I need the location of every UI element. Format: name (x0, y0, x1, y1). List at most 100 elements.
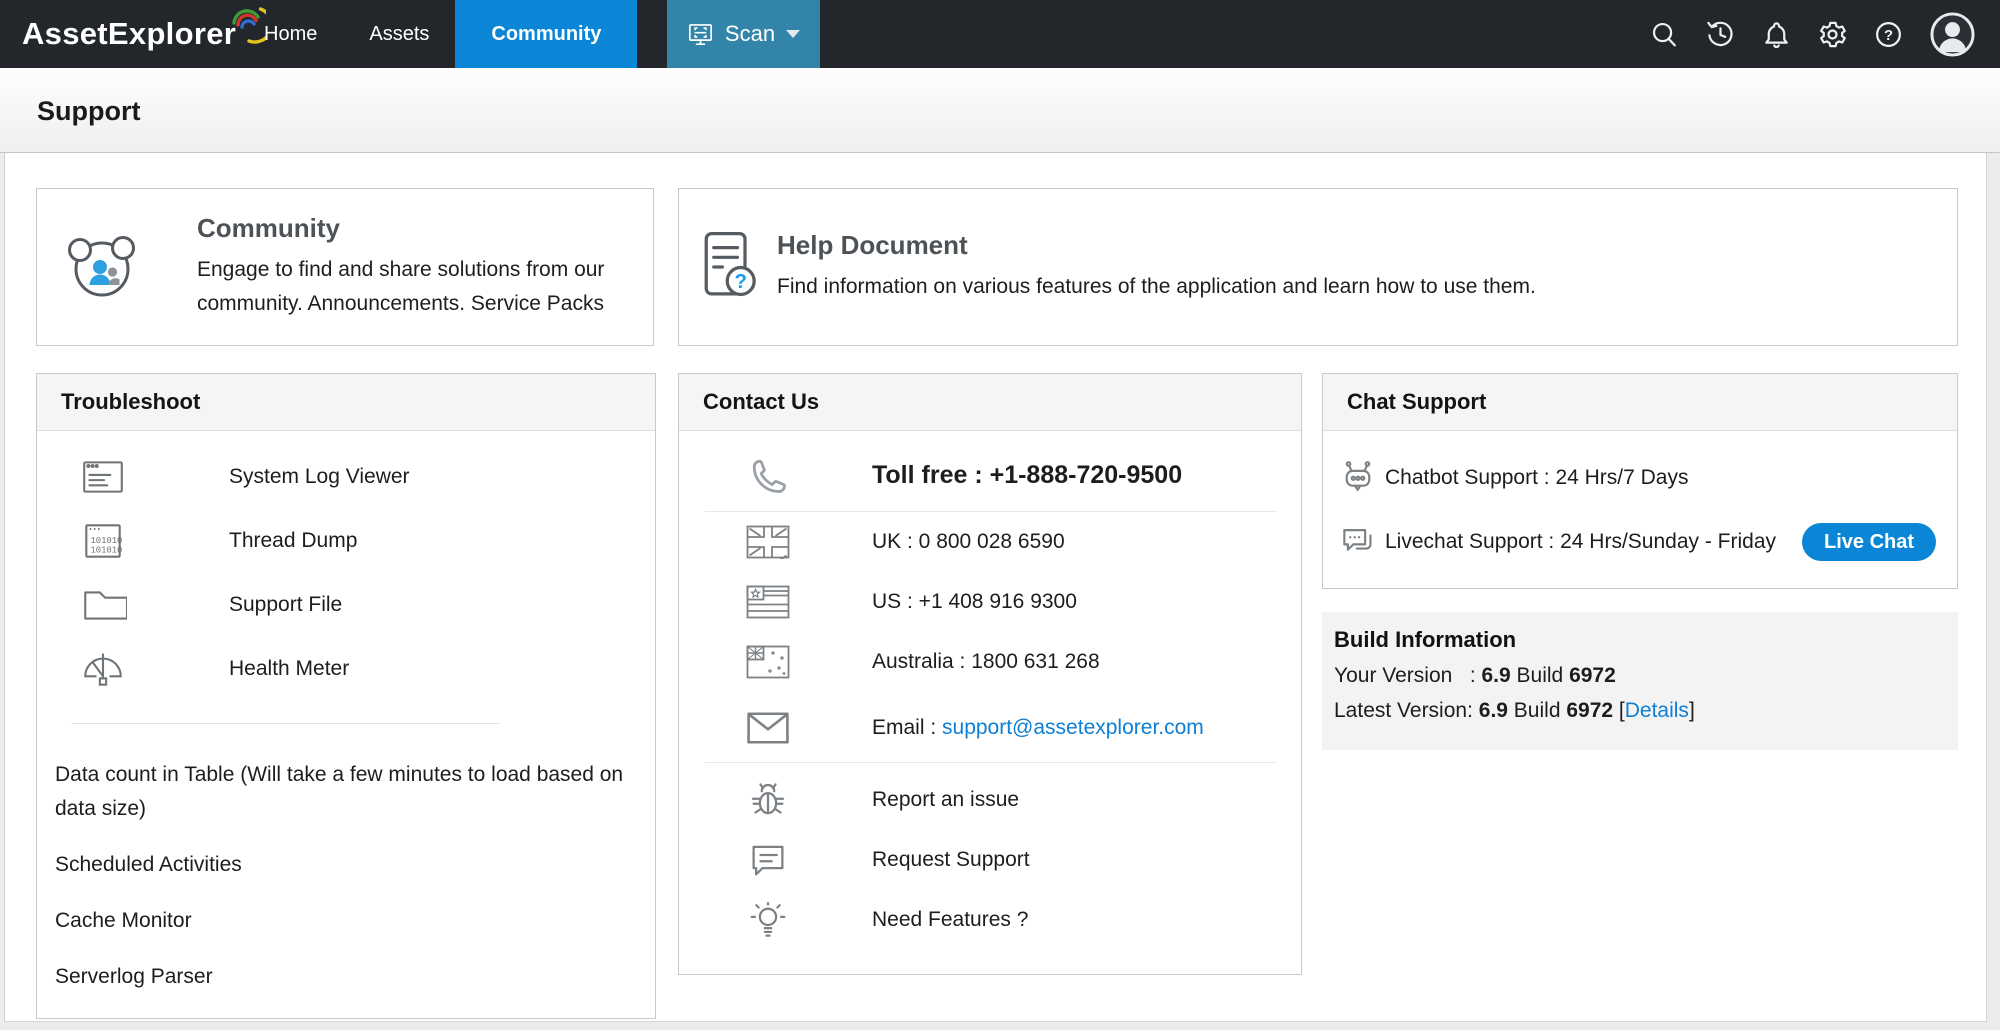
nav-tab-assets[interactable]: Assets (343, 0, 455, 68)
folder-icon (77, 581, 129, 629)
details-bracket-open: [ (1613, 699, 1625, 722)
chat-support-header: Chat Support (1323, 374, 1957, 431)
app-logo-text: AssetExplorer (22, 16, 236, 52)
your-version-line: Your Version : 6.9 Build 6972 (1334, 664, 1958, 688)
user-avatar[interactable] (1929, 11, 1976, 58)
health-meter-label: Health Meter (229, 657, 349, 681)
scan-monitor-icon (687, 21, 714, 48)
svg-text:?: ? (1884, 27, 1893, 43)
thread-dump-icon: 101010 101010 (77, 517, 129, 565)
email-link[interactable]: support@assetexplorer.com (942, 716, 1204, 739)
australia-flag-icon (745, 645, 791, 679)
your-version-label: Your Version : (1334, 664, 1481, 687)
help-card-text: Help Document Find information on variou… (777, 230, 1536, 304)
health-meter-item[interactable]: Health Meter (37, 637, 655, 701)
troubleshoot-header: Troubleshoot (37, 374, 655, 431)
details-bracket-close: ] (1689, 699, 1695, 722)
latest-build-value: 6972 (1566, 699, 1613, 722)
uk-flag-icon (745, 525, 791, 559)
svg-text:101010: 101010 (90, 545, 122, 555)
latest-build-word: Build (1508, 699, 1566, 722)
divider (71, 723, 499, 724)
request-support-item[interactable]: Request Support (679, 830, 1301, 890)
phone-icon (745, 453, 791, 497)
top-navbar: AssetExplorer Home Assets Community Scan (0, 0, 2000, 68)
nav-tab-assets-label: Assets (369, 23, 429, 46)
chatbot-support-label: Chatbot Support : 24 Hrs/7 Days (1385, 466, 1689, 490)
help-icon[interactable]: ? (1873, 19, 1904, 50)
us-phone-number: US : +1 408 916 9300 (872, 590, 1077, 614)
thread-dump-label: Thread Dump (229, 529, 357, 553)
need-features-label: Need Features ? (872, 908, 1028, 932)
app-logo[interactable]: AssetExplorer (22, 0, 266, 68)
need-features-item[interactable]: Need Features ? (679, 890, 1301, 950)
divider (705, 762, 1277, 763)
community-card[interactable]: Community Engage to find and share solut… (36, 188, 654, 346)
scheduled-activities-link[interactable]: Scheduled Activities (55, 848, 655, 882)
svg-text:?: ? (734, 270, 747, 293)
toll-free-row: Toll free : +1-888-720-9500 (679, 439, 1301, 511)
gauge-icon (77, 645, 129, 693)
build-information-section: Build Information Your Version : 6.9 Bui… (1322, 612, 1958, 750)
build-information-title: Build Information (1334, 627, 1958, 653)
help-document-card[interactable]: ? Help Document Find information on vari… (678, 188, 1958, 346)
community-card-description: Engage to find and share solutions from … (197, 253, 667, 321)
live-chat-button[interactable]: Live Chat (1802, 523, 1936, 561)
navbar-icon-group: ? (1649, 0, 1976, 68)
latest-version-line: Latest Version: 6.9 Build 6972 [Details] (1334, 699, 1958, 723)
latest-version-label: Latest Version: (1334, 699, 1479, 722)
main-navigation: Home Assets Community (238, 0, 637, 68)
livechat-support-row: Livechat Support : 24 Hrs/Sunday - Frida… (1323, 510, 1957, 574)
email-label: Email : support@assetexplorer.com (872, 716, 1204, 740)
chatbot-support-row: Chatbot Support : 24 Hrs/7 Days (1323, 446, 1957, 510)
report-issue-label: Report an issue (872, 788, 1019, 812)
scan-label: Scan (725, 21, 775, 47)
data-count-link[interactable]: Data count in Table (Will take a few min… (55, 758, 655, 826)
nav-tab-community[interactable]: Community (455, 0, 637, 68)
scan-dropdown-button[interactable]: Scan (667, 0, 820, 68)
your-build-value: 6972 (1569, 664, 1616, 687)
system-log-viewer-item[interactable]: System Log Viewer (37, 445, 655, 509)
nav-tab-home[interactable]: Home (238, 0, 343, 68)
latest-version-value: 6.9 (1479, 699, 1508, 722)
uk-phone-row: UK : 0 800 028 6590 (679, 512, 1301, 572)
chevron-down-icon (786, 30, 800, 38)
community-card-title: Community (197, 213, 667, 244)
help-document-icon: ? (703, 230, 759, 304)
community-people-icon (64, 231, 140, 303)
contact-us-header: Contact Us (679, 374, 1301, 431)
details-link[interactable]: Details (1625, 699, 1689, 722)
chat-bubble-icon (745, 840, 791, 880)
settings-gear-icon[interactable] (1817, 19, 1848, 50)
thread-dump-item[interactable]: 101010 101010 Thread Dump (37, 509, 655, 573)
troubleshoot-panel: Troubleshoot System Log Viewer 101010 (36, 373, 656, 1019)
request-support-label: Request Support (872, 848, 1030, 872)
email-label-text: Email : (872, 716, 942, 739)
chat-support-body: Chatbot Support : 24 Hrs/7 Days Livechat… (1323, 446, 1957, 574)
search-icon[interactable] (1649, 19, 1680, 50)
serverlog-parser-link[interactable]: Serverlog Parser (55, 960, 655, 994)
chatbot-icon (1339, 459, 1377, 497)
troubleshoot-body: System Log Viewer 101010 101010 Thread D… (37, 431, 655, 994)
your-version-value: 6.9 (1481, 664, 1510, 687)
livechat-support-label: Livechat Support : 24 Hrs/Sunday - Frida… (1385, 530, 1776, 554)
support-file-item[interactable]: Support File (37, 573, 655, 637)
notifications-bell-icon[interactable] (1761, 19, 1792, 50)
nav-tab-community-label: Community (491, 23, 601, 46)
toll-free-number: Toll free : +1-888-720-9500 (872, 461, 1182, 490)
history-icon[interactable] (1705, 19, 1736, 50)
contact-us-body: Toll free : +1-888-720-9500 UK : 0 800 0… (679, 439, 1301, 950)
system-log-viewer-label: System Log Viewer (229, 465, 410, 489)
email-row: Email : support@assetexplorer.com (679, 698, 1301, 758)
bug-icon (745, 780, 791, 820)
page-title: Support (37, 96, 140, 127)
cache-monitor-link[interactable]: Cache Monitor (55, 904, 655, 938)
help-card-title: Help Document (777, 230, 1536, 261)
email-envelope-icon (745, 711, 791, 745)
page-title-bar: Support (0, 68, 2000, 153)
australia-phone-row: Australia : 1800 631 268 (679, 632, 1301, 692)
us-flag-icon (745, 585, 791, 619)
your-build-word: Build (1511, 664, 1569, 687)
report-issue-item[interactable]: Report an issue (679, 770, 1301, 830)
uk-phone-number: UK : 0 800 028 6590 (872, 530, 1065, 554)
